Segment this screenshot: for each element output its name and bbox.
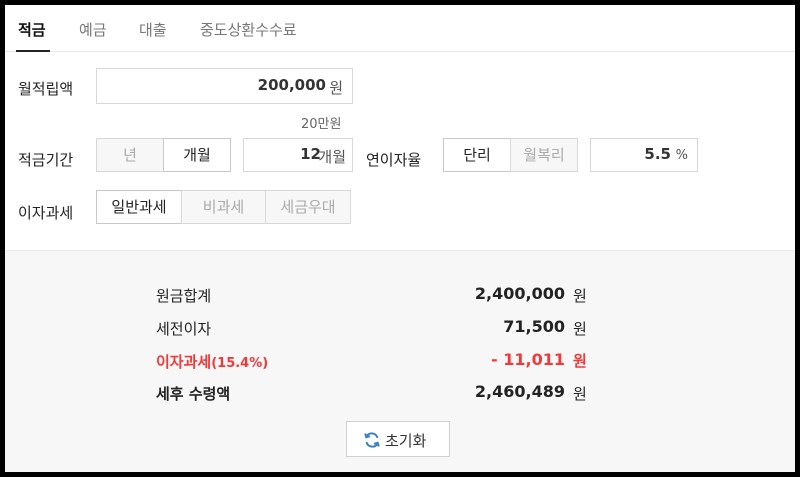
tax-option-general[interactable]: 일반과세 [96,190,182,224]
result-panel: 원금합계 2,400,000 원 세전이자 71,500 원 이자과세(15.4… [5,250,795,472]
rate-option-simple[interactable]: 단리 [443,138,511,172]
monthly-amount-input[interactable]: 200,000 원 [96,68,353,104]
tab-prepayment-fee[interactable]: 중도상환수수료 [200,19,297,40]
period-option-month[interactable]: 개월 [163,138,231,172]
active-tab-indicator [16,50,50,52]
interest-tax-label: 이자과세(15.4%) [156,351,268,372]
tax-option-exempt[interactable]: 비과세 [181,190,266,224]
rate-unit: % [675,148,688,163]
tab-deposit[interactable]: 예금 [79,19,107,40]
net-amount-label: 세후 수령액 [156,385,231,403]
period-unit: 개월 [318,148,346,166]
tax-type-label: 이자과세 [18,204,74,222]
net-amount-value: 2,460,489 [474,382,565,401]
tab-loan[interactable]: 대출 [139,19,167,40]
pretax-interest-value: 71,500 [503,317,565,336]
interest-tax-label-text: 이자과세 [156,353,212,371]
refresh-icon [364,432,380,448]
rate-label: 연이자율 [366,151,422,169]
monthly-amount-label: 월적립액 [18,80,74,98]
interest-tax-unit: 원 [573,352,587,370]
monthly-amount-value: 200,000 [257,76,326,94]
interest-tax-rate: (15.4%) [211,356,269,371]
rate-value: 5.5 [644,145,671,163]
net-amount-unit: 원 [573,385,587,403]
principal-total-value: 2,400,000 [474,284,565,303]
period-label: 적금기간 [18,151,74,169]
pretax-interest-unit: 원 [573,320,587,338]
interest-tax-value: - 11,011 [491,350,565,369]
rate-option-monthly-compound[interactable]: 월복리 [510,138,578,172]
tax-option-preferential[interactable]: 세금우대 [265,190,351,224]
principal-total-unit: 원 [573,287,587,305]
monthly-amount-hint: 20만원 [301,117,342,132]
calculator-panel: 적금 예금 대출 중도상환수수료 월적립액 200,000 원 20만원 적금기… [5,5,795,472]
principal-total-label: 원금합계 [156,287,212,305]
pretax-interest-label: 세전이자 [156,320,212,338]
period-option-year[interactable]: 년 [96,138,164,172]
rate-input[interactable]: 5.5 % [590,138,698,172]
period-input[interactable]: 12 개월 [243,138,353,172]
reset-label: 초기화 [385,432,427,450]
monthly-amount-unit: 원 [329,79,343,97]
tab-savings[interactable]: 적금 [18,19,46,40]
tab-bar: 적금 예금 대출 중도상환수수료 [5,5,795,52]
reset-button[interactable]: 초기화 [346,421,450,457]
